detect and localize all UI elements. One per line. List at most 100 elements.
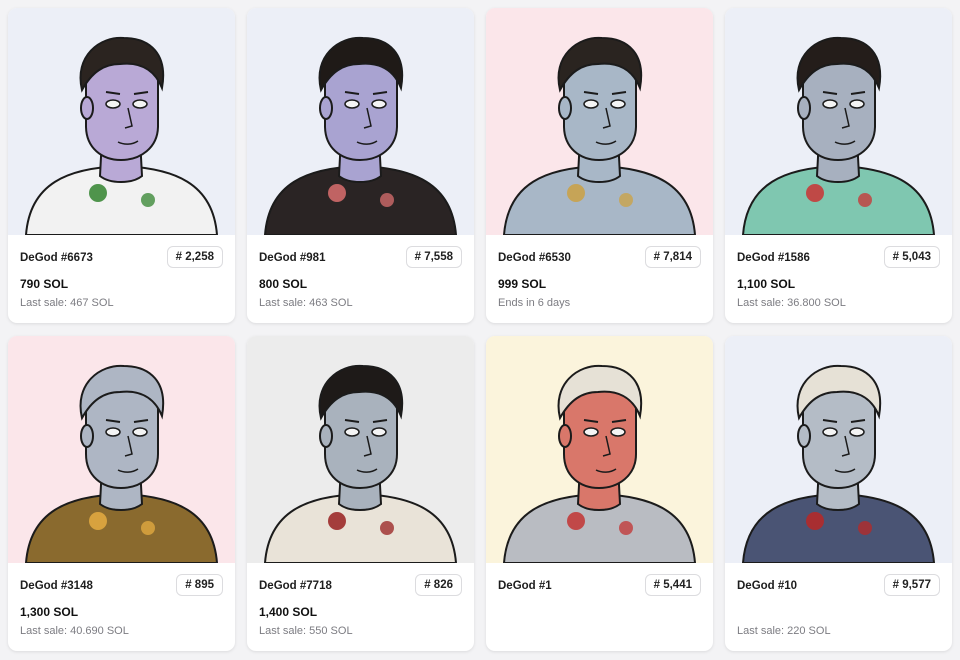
portrait-accent-mark xyxy=(328,512,346,530)
nft-price: 1,300 SOL xyxy=(20,605,79,619)
nft-price: 999 SOL xyxy=(498,277,547,291)
portrait-accent-mark xyxy=(380,521,394,535)
portrait-eye-left xyxy=(583,427,599,437)
portrait-accent-mark xyxy=(806,512,824,530)
nft-subtext: Last sale: 36.800 SOL xyxy=(737,297,846,309)
nft-name: DeGod #1586 xyxy=(737,252,810,264)
nft-price: 790 SOL xyxy=(20,277,69,291)
portrait-eye-left xyxy=(344,427,360,437)
nft-info: DeGod #6673 # 2,258 790 SOL Last sale: 4… xyxy=(8,235,235,323)
portrait-ear xyxy=(558,96,572,120)
portrait-accent-mark xyxy=(619,521,633,535)
portrait-ear xyxy=(319,96,333,120)
portrait-accent-mark xyxy=(858,521,872,535)
portrait-eye-left xyxy=(822,99,838,109)
portrait-eye-right xyxy=(849,99,865,109)
nft-price: 800 SOL xyxy=(259,277,308,291)
nft-subtext: Last sale: 467 SOL xyxy=(20,297,114,309)
nft-name: DeGod #10 xyxy=(737,580,798,592)
nft-price: 1,100 SOL xyxy=(737,277,796,291)
portrait-illustration xyxy=(486,8,713,235)
nft-subtext: Ends in 6 days xyxy=(498,297,571,309)
portrait-ear xyxy=(80,424,94,448)
nft-card[interactable]: DeGod #6530 # 7,814 999 SOL Ends in 6 da… xyxy=(486,8,713,323)
nft-image[interactable] xyxy=(486,336,713,563)
rank-badge: # 2,258 xyxy=(166,246,223,268)
nft-subtext: Last sale: 40.690 SOL xyxy=(20,625,129,637)
portrait-accent-mark xyxy=(328,184,346,202)
portrait-accent-mark xyxy=(89,184,107,202)
portrait-eye-right xyxy=(610,99,626,109)
nft-image[interactable] xyxy=(725,336,952,563)
nft-card[interactable]: DeGod #1586 # 5,043 1,100 SOL Last sale:… xyxy=(725,8,952,323)
nft-subtext: Last sale: 220 SOL xyxy=(737,625,831,637)
portrait-accent-mark xyxy=(141,193,155,207)
portrait-eye-left xyxy=(583,99,599,109)
portrait-ear xyxy=(797,96,811,120)
rank-badge: # 5,441 xyxy=(644,574,701,596)
nft-info: DeGod #7718 # 826 1,400 SOL Last sale: 5… xyxy=(247,563,474,651)
nft-card[interactable]: DeGod #3148 # 895 1,300 SOL Last sale: 4… xyxy=(8,336,235,651)
nft-card[interactable]: DeGod #6673 # 2,258 790 SOL Last sale: 4… xyxy=(8,8,235,323)
nft-image[interactable] xyxy=(725,8,952,235)
portrait-eye-left xyxy=(105,99,121,109)
rank-badge: # 7,558 xyxy=(405,246,462,268)
nft-card[interactable]: DeGod #981 # 7,558 800 SOL Last sale: 46… xyxy=(247,8,474,323)
rank-badge: # 826 xyxy=(415,574,462,596)
portrait-eye-left xyxy=(105,427,121,437)
nft-image[interactable] xyxy=(247,336,474,563)
portrait-ear xyxy=(319,424,333,448)
nft-image[interactable] xyxy=(247,8,474,235)
portrait-ear xyxy=(558,424,572,448)
portrait-illustration xyxy=(247,336,474,563)
nft-price: 1,400 SOL xyxy=(259,605,318,619)
portrait-accent-mark xyxy=(380,193,394,207)
nft-subtext: Last sale: 550 SOL xyxy=(259,625,353,637)
portrait-accent-mark xyxy=(141,521,155,535)
nft-name: DeGod #3148 xyxy=(20,580,93,592)
portrait-eye-right xyxy=(371,99,387,109)
portrait-accent-mark xyxy=(858,193,872,207)
nft-image[interactable] xyxy=(8,336,235,563)
rank-badge: # 7,814 xyxy=(644,246,701,268)
nft-info: DeGod #3148 # 895 1,300 SOL Last sale: 4… xyxy=(8,563,235,651)
nft-name: DeGod #981 xyxy=(259,252,326,264)
nft-card[interactable]: DeGod #10 # 9,577 Last sale: 220 SOL xyxy=(725,336,952,651)
portrait-ear xyxy=(80,96,94,120)
nft-info: DeGod #10 # 9,577 Last sale: 220 SOL xyxy=(725,563,952,651)
nft-grid: DeGod #6673 # 2,258 790 SOL Last sale: 4… xyxy=(8,8,952,651)
rank-badge: # 895 xyxy=(176,574,223,596)
portrait-eye-right xyxy=(371,427,387,437)
nft-image[interactable] xyxy=(486,8,713,235)
rank-badge: # 9,577 xyxy=(883,574,940,596)
portrait-accent-mark xyxy=(567,512,585,530)
portrait-accent-mark xyxy=(567,184,585,202)
portrait-accent-mark xyxy=(89,512,107,530)
nft-name: DeGod #6673 xyxy=(20,252,93,264)
nft-subtext: Last sale: 463 SOL xyxy=(259,297,353,309)
nft-info: DeGod #6530 # 7,814 999 SOL Ends in 6 da… xyxy=(486,235,713,323)
portrait-eye-right xyxy=(132,427,148,437)
portrait-accent-mark xyxy=(806,184,824,202)
portrait-eye-right xyxy=(132,99,148,109)
portrait-eye-right xyxy=(610,427,626,437)
portrait-illustration xyxy=(725,8,952,235)
nft-image[interactable] xyxy=(8,8,235,235)
nft-info: DeGod #1586 # 5,043 1,100 SOL Last sale:… xyxy=(725,235,952,323)
rank-badge: # 5,043 xyxy=(883,246,940,268)
portrait-illustration xyxy=(8,336,235,563)
portrait-illustration xyxy=(486,336,713,563)
nft-card[interactable]: DeGod #7718 # 826 1,400 SOL Last sale: 5… xyxy=(247,336,474,651)
portrait-illustration xyxy=(725,336,952,563)
nft-name: DeGod #7718 xyxy=(259,580,332,592)
portrait-eye-left xyxy=(344,99,360,109)
nft-name: DeGod #1 xyxy=(498,580,552,592)
portrait-illustration xyxy=(8,8,235,235)
portrait-eye-right xyxy=(849,427,865,437)
nft-info: DeGod #981 # 7,558 800 SOL Last sale: 46… xyxy=(247,235,474,323)
portrait-ear xyxy=(797,424,811,448)
nft-card[interactable]: DeGod #1 # 5,441 xyxy=(486,336,713,651)
nft-name: DeGod #6530 xyxy=(498,252,571,264)
nft-info: DeGod #1 # 5,441 xyxy=(486,563,713,651)
portrait-accent-mark xyxy=(619,193,633,207)
